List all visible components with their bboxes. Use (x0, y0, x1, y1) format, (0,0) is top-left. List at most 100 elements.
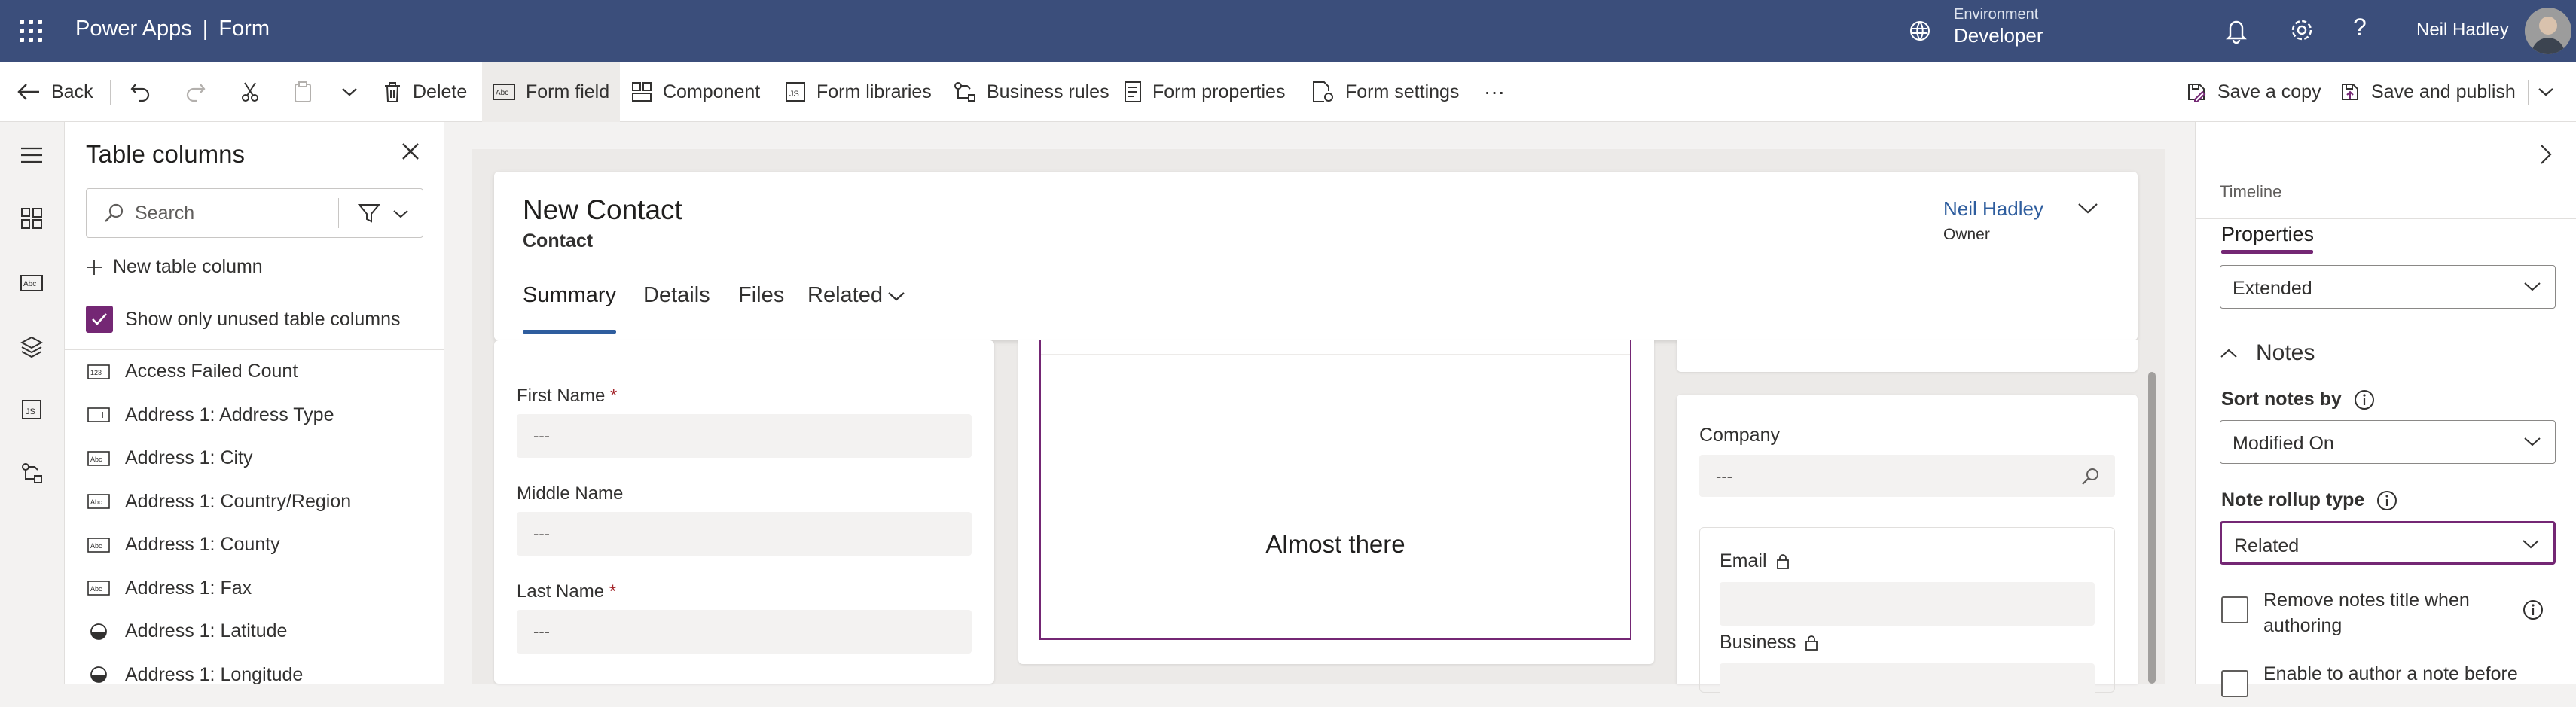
new-table-column-button[interactable]: New table column (86, 256, 263, 278)
svg-text:Abc: Abc (90, 456, 102, 463)
business-phone-field[interactable] (1720, 663, 2095, 707)
bell-icon[interactable] (2223, 17, 2249, 47)
info-icon[interactable] (2354, 389, 2375, 410)
chevron-right-icon[interactable] (2539, 143, 2553, 169)
back-arrow-icon (17, 84, 39, 100)
filter-icon[interactable] (358, 203, 380, 224)
form-header[interactable]: New Contact Contact Neil Hadley Owner Su… (494, 172, 2138, 340)
page-name: Form (218, 17, 270, 41)
delete-button[interactable]: Delete (383, 62, 467, 122)
email-field[interactable] (1720, 582, 2095, 626)
sort-notes-text: Sort notes by (2221, 389, 2342, 410)
note-rollup-text: Note rollup type (2221, 489, 2365, 510)
note-rollup-label: Note rollup type (2221, 489, 2397, 511)
text-field-icon: Abc (87, 537, 110, 553)
list-item[interactable]: Address 1: Latitude (65, 610, 444, 654)
column-list: 123 Access Failed Count Address 1: Addre… (65, 349, 444, 696)
selected-component-label: Timeline (2220, 182, 2282, 201)
chevron-down-icon[interactable] (2077, 202, 2098, 219)
layers-icon[interactable] (17, 331, 47, 361)
list-item[interactable]: Address 1: Address Type (65, 394, 444, 437)
info-icon[interactable] (2523, 599, 2544, 620)
canvas-scrollbar[interactable] (2148, 372, 2156, 684)
save-publish-icon (2342, 84, 2358, 100)
back-button[interactable]: Back (17, 62, 93, 122)
document-settings-icon (1313, 81, 1333, 102)
save-options-dropdown[interactable] (2537, 62, 2565, 122)
tab-files[interactable]: Files (738, 283, 784, 308)
active-tab-indicator (2221, 250, 2313, 254)
list-item[interactable]: Abc Address 1: Country/Region (65, 480, 444, 524)
notes-section-header[interactable]: Notes (2220, 340, 2315, 366)
menu-icon[interactable] (17, 140, 47, 170)
show-unused-checkbox[interactable]: Show only unused table columns (86, 306, 401, 333)
owner-link[interactable]: Neil Hadley (1943, 197, 2043, 221)
properties-panel: Timeline Properties Extended Notes Sort … (2195, 122, 2576, 697)
app-title: Power Apps | Form (75, 17, 270, 41)
divider (338, 198, 339, 228)
loading-component[interactable]: Almost there (1039, 340, 1631, 640)
js-library-icon[interactable]: JS (17, 395, 47, 425)
remove-notes-title-checkbox[interactable]: Remove notes title when authoring (2221, 587, 2470, 638)
chevron-down-icon (2538, 88, 2553, 96)
list-item[interactable]: Address 1: Longitude (65, 654, 444, 697)
svg-text:123: 123 (90, 369, 102, 376)
search-icon[interactable] (2080, 467, 2100, 486)
tab-related[interactable]: Related (807, 283, 883, 308)
list-item[interactable]: Abc Address 1: County (65, 523, 444, 567)
checkbox[interactable] (2221, 670, 2248, 697)
form-settings-label: Form settings (1345, 81, 1460, 102)
list-item[interactable]: Abc Address 1: City (65, 437, 444, 480)
middle-name-field[interactable]: --- (517, 512, 972, 556)
environment-icon[interactable] (1909, 20, 1931, 46)
table-columns-icon[interactable]: Abc (17, 268, 47, 298)
undo-button[interactable] (130, 62, 161, 122)
note-rollup-dropdown[interactable]: Related (2220, 521, 2556, 565)
save-copy-button[interactable]: Save a copy (2186, 62, 2321, 122)
last-name-field[interactable]: --- (517, 610, 972, 654)
first-name-field[interactable]: --- (517, 414, 972, 458)
form-properties-label: Form properties (1152, 81, 1286, 102)
user-name[interactable]: Neil Hadley (2416, 20, 2509, 41)
avatar[interactable] (2525, 8, 2571, 54)
sort-notes-dropdown[interactable]: Modified On (2220, 420, 2556, 464)
decimal-icon (87, 623, 110, 640)
paste-button[interactable] (292, 62, 324, 122)
more-edit-dropdown[interactable] (340, 62, 369, 122)
search-input[interactable]: Search (86, 188, 423, 238)
form-properties-button[interactable]: Form properties (1124, 62, 1285, 122)
last-name-label: Last Name * (517, 581, 616, 602)
environment-value[interactable]: Developer (1954, 24, 2043, 47)
tab-properties[interactable]: Properties (2221, 223, 2314, 246)
tab-summary[interactable]: Summary (523, 283, 616, 308)
back-label: Back (51, 81, 93, 102)
app-launcher-icon[interactable] (20, 20, 42, 42)
tree-view-icon[interactable] (17, 203, 47, 233)
save-publish-button[interactable]: Save and publish (2339, 62, 2516, 122)
form-libraries-label: Form libraries (816, 81, 932, 102)
chevron-down-icon[interactable] (887, 291, 905, 303)
business-rules-button[interactable]: Business rules (954, 62, 1109, 122)
form-libraries-button[interactable]: JS Form libraries (785, 62, 932, 122)
close-icon[interactable] (401, 142, 420, 165)
checkbox[interactable] (2221, 596, 2248, 623)
loading-text: Almost there (1265, 530, 1406, 558)
info-icon[interactable] (2376, 490, 2397, 511)
list-item[interactable]: Abc Address 1: Fax (65, 567, 444, 611)
list-item[interactable]: 123 Access Failed Count (65, 350, 444, 394)
tab-details[interactable]: Details (643, 283, 710, 308)
more-commands-button[interactable]: ··· (1484, 62, 1505, 122)
active-tab-indicator (523, 330, 616, 334)
cut-button[interactable] (240, 62, 271, 122)
business-rules-icon[interactable] (17, 458, 47, 488)
help-icon[interactable]: ? (2353, 14, 2367, 41)
company-lookup[interactable]: --- (1699, 455, 2115, 497)
enable-author-note-checkbox[interactable]: Enable to author a note before (2221, 661, 2518, 697)
display-mode-dropdown[interactable]: Extended (2220, 265, 2556, 309)
component-button[interactable]: Component (631, 62, 760, 122)
redo-button[interactable] (185, 62, 217, 122)
chevron-down-icon[interactable] (392, 209, 409, 219)
form-settings-button[interactable]: Form settings (1312, 62, 1459, 122)
form-field-button[interactable]: Abc Form field (482, 62, 621, 122)
gear-icon[interactable] (2288, 17, 2315, 47)
